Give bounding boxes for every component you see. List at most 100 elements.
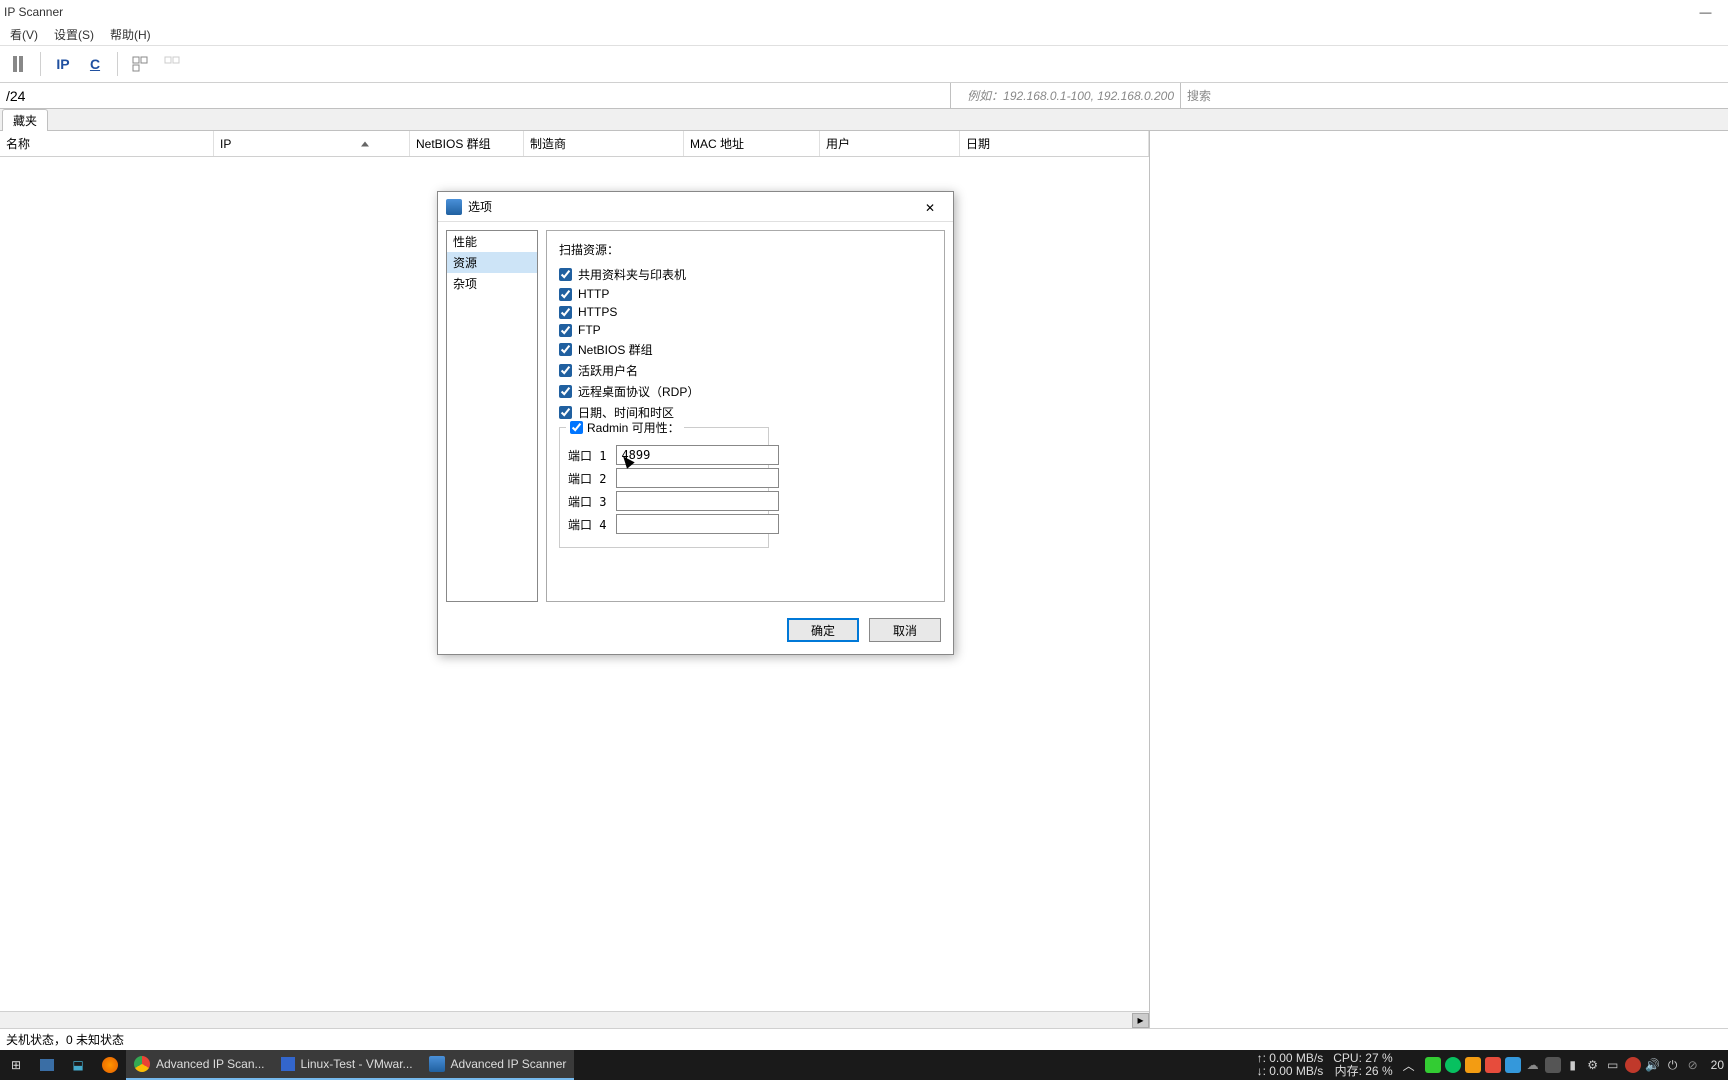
check-active-users[interactable] (559, 364, 572, 377)
port1-input[interactable] (616, 445, 779, 465)
check-rdp[interactable] (559, 385, 572, 398)
port4-input[interactable] (616, 514, 779, 534)
port2-input[interactable] (616, 468, 779, 488)
column-user[interactable]: 用户 (820, 131, 960, 156)
column-mac[interactable]: MAC 地址 (684, 131, 820, 156)
status-text: 关机状态，0 未知状态 (6, 1031, 124, 1048)
task-ipscanner[interactable]: Advanced IP Scanner (421, 1050, 575, 1080)
system-tray: ☁ ▮ ⚙ ▭ 🔊 ⏻ ⊘ (1425, 1057, 1701, 1073)
column-ip[interactable]: IP (214, 131, 410, 156)
table-header: 名称 IP NetBIOS 群组 制造商 MAC 地址 用户 日期 (0, 131, 1149, 157)
tray-onedrive-icon[interactable]: ☁ (1525, 1057, 1541, 1073)
check-netbios[interactable] (559, 343, 572, 356)
port3-label: 端口 3 (568, 493, 606, 510)
column-netbios[interactable]: NetBIOS 群组 (410, 131, 524, 156)
tray-battery-icon[interactable]: ▭ (1605, 1057, 1621, 1073)
desktop-icon (40, 1059, 54, 1071)
chrome-icon (134, 1056, 150, 1072)
menu-view[interactable]: 看(V) (2, 24, 46, 45)
minimize-button[interactable]: — (1683, 0, 1728, 23)
c-button[interactable]: C (81, 50, 109, 78)
task-label-1: Linux-Test - VMwar... (301, 1057, 413, 1071)
check-rdp-label: 远程桌面协议（RDP） (578, 383, 699, 400)
scroll-right-button[interactable]: ▸ (1132, 1013, 1149, 1028)
check-active-users-label: 活跃用户名 (578, 362, 638, 379)
ip-icon: IP (56, 56, 69, 72)
ipscanner-icon (429, 1056, 445, 1072)
column-name[interactable]: 名称 (0, 131, 214, 156)
ok-button[interactable]: 确定 (787, 618, 859, 642)
menu-settings[interactable]: 设置(S) (46, 24, 102, 45)
search-input[interactable]: 搜索 (1180, 83, 1728, 108)
port4-label: 端口 4 (568, 516, 606, 533)
dialog-icon (446, 199, 462, 215)
column-date[interactable]: 日期 (960, 131, 1149, 156)
task-firefox[interactable] (94, 1050, 126, 1080)
tray-chevron-icon[interactable]: ︿ (1403, 1057, 1415, 1074)
taskbar: ⊞ ⬓ Advanced IP Scan... Linux-Test - VMw… (0, 1050, 1728, 1080)
cancel-button[interactable]: 取消 (869, 618, 941, 642)
tray-wechat-icon[interactable] (1445, 1057, 1461, 1073)
dialog-titlebar[interactable]: 选项 ✕ (438, 192, 953, 222)
vmware-icon (281, 1057, 295, 1071)
ip-range-hint: 例如：192.168.0.1-100, 192.168.0.200 (950, 83, 1180, 108)
task-files[interactable]: ⬓ (62, 1050, 94, 1080)
pause-button[interactable] (4, 50, 32, 78)
tree-collapse-icon (163, 55, 181, 73)
port3-input[interactable] (616, 491, 779, 511)
tray-icon-4[interactable] (1485, 1057, 1501, 1073)
check-datetime[interactable] (559, 406, 572, 419)
firefox-icon (102, 1057, 118, 1073)
expand-button[interactable] (126, 50, 154, 78)
check-https[interactable] (559, 306, 572, 319)
radmin-group: Radmin 可用性： 端口 1 端口 2 端口 3 端口 4 (559, 427, 769, 548)
tray-icon-8[interactable]: ▮ (1565, 1057, 1581, 1073)
pause-icon (13, 56, 23, 72)
details-panel (1150, 131, 1728, 1028)
check-radmin[interactable] (570, 421, 583, 434)
nav-misc[interactable]: 杂项 (447, 273, 537, 294)
titlebar: IP Scanner — (0, 0, 1728, 23)
check-ftp[interactable] (559, 324, 572, 337)
tray-wifi-icon[interactable]: ⚙ (1585, 1057, 1601, 1073)
tab-favorites[interactable]: 藏夹 (2, 109, 48, 131)
task-vmware[interactable]: Linux-Test - VMwar... (273, 1050, 421, 1080)
tray-icon-3[interactable] (1465, 1057, 1481, 1073)
check-http[interactable] (559, 288, 572, 301)
status-bar: 关机状态，0 未知状态 (0, 1028, 1728, 1050)
tray-shield-icon[interactable] (1625, 1057, 1641, 1073)
tray-icon-7[interactable] (1545, 1057, 1561, 1073)
check-shared-folders[interactable] (559, 268, 572, 281)
tray-icon-5[interactable] (1505, 1057, 1521, 1073)
options-dialog: 选项 ✕ 性能 资源 杂项 扫描资源： 共用资料夹与印表机 HTTP HTTPS… (437, 191, 954, 655)
nav-performance[interactable]: 性能 (447, 231, 537, 252)
port2-label: 端口 2 (568, 470, 606, 487)
taskbar-stats: ↑: 0.00 MB/s ↓: 0.00 MB/s CPU: 27 % 内存: … (1257, 1052, 1728, 1078)
check-http-label: HTTP (578, 287, 609, 301)
nav-resources[interactable]: 资源 (447, 252, 537, 273)
dialog-title-text: 选项 (468, 198, 492, 215)
start-button[interactable]: ⊞ (0, 1050, 32, 1080)
column-manufacturer[interactable]: 制造商 (524, 131, 684, 156)
collapse-button[interactable] (158, 50, 186, 78)
check-https-label: HTTPS (578, 305, 617, 319)
horizontal-scrollbar[interactable]: ▸ (0, 1011, 1149, 1028)
check-netbios-label: NetBIOS 群组 (578, 341, 653, 358)
tree-expand-icon (131, 55, 149, 73)
toolbar-separator (40, 52, 41, 76)
task-desktop[interactable] (32, 1050, 62, 1080)
start-icon: ⊞ (8, 1057, 24, 1073)
dialog-content: 扫描资源： 共用资料夹与印表机 HTTP HTTPS FTP NetBIOS 群… (546, 230, 945, 602)
ip-range-input[interactable]: /24 (0, 83, 950, 108)
menu-help[interactable]: 帮助(H) (102, 24, 159, 45)
tray-power-icon[interactable]: ⏻ (1665, 1057, 1681, 1073)
dialog-close-button[interactable]: ✕ (915, 199, 945, 215)
task-label-2: Advanced IP Scanner (451, 1057, 567, 1071)
tray-icon-1[interactable] (1425, 1057, 1441, 1073)
menubar: 看(V) 设置(S) 帮助(H) (0, 23, 1728, 45)
taskbar-clock[interactable]: 20 (1711, 1058, 1724, 1072)
ip-button[interactable]: IP (49, 50, 77, 78)
tray-volume-icon[interactable]: 🔊 (1645, 1057, 1661, 1073)
tray-block-icon[interactable]: ⊘ (1685, 1057, 1701, 1073)
task-chrome-ipscanner[interactable]: Advanced IP Scan... (126, 1050, 273, 1080)
